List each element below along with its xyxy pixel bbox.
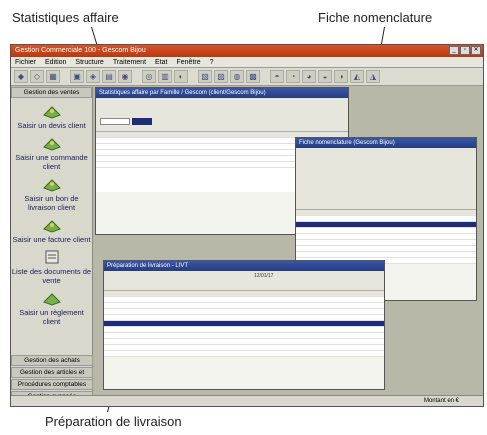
payment-icon: [41, 290, 63, 306]
maximize-button[interactable]: ▫: [460, 46, 470, 55]
sidebar-section-achats[interactable]: Gestion des achats: [11, 355, 93, 366]
stats-window-title: Statistiques affaire par Famille / Gesco…: [96, 88, 348, 98]
document-icon: [41, 176, 63, 192]
sidebar-header[interactable]: Gestion des ventes: [11, 87, 92, 98]
toolbar-icon[interactable]: ◆: [14, 70, 28, 83]
app-titlebar: Gestion Commerciale 100 - Gescom Bijou _…: [11, 45, 483, 57]
document-icon: [41, 135, 63, 151]
toolbar-icon[interactable]: ▦: [46, 70, 60, 83]
toolbar-icon[interactable]: ◐: [174, 70, 188, 83]
menu-edition[interactable]: Edition: [45, 57, 66, 67]
document-list-icon: [41, 249, 63, 265]
toolbar-icon[interactable]: ◑: [334, 70, 348, 83]
toolbar-icon[interactable]: ◉: [118, 70, 132, 83]
toolbar-icon[interactable]: ◈: [86, 70, 100, 83]
sidebar-section-articles[interactable]: Gestion des articles et: [11, 367, 93, 378]
period-value[interactable]: [132, 118, 152, 125]
toolbar-icon[interactable]: ◓: [270, 70, 284, 83]
callout-livraison: Préparation de livraison: [45, 414, 182, 429]
toolbar-icon[interactable]: ▧: [198, 70, 212, 83]
toolbar-icon[interactable]: ▤: [102, 70, 116, 83]
sidebar-item-label: Saisir un bon de livraison client: [24, 194, 79, 212]
sidebar-item-liste-documents[interactable]: Liste des documents de vente: [11, 249, 92, 285]
sidebar-item-label: Saisir une commande client: [15, 153, 88, 171]
sidebar: Gestion des ventes Saisir un devis clien…: [11, 87, 93, 406]
sidebar-item-livraison[interactable]: Saisir un bon de livraison client: [11, 176, 92, 212]
minimize-button[interactable]: _: [449, 46, 459, 55]
callout-nomenclature: Fiche nomenclature: [318, 10, 433, 25]
toolbar-icon[interactable]: ▨: [214, 70, 228, 83]
callout-statistiques: Statistiques affaire: [12, 10, 119, 25]
close-button[interactable]: ✕: [471, 46, 481, 55]
sidebar-item-label: Saisir un règlement client: [19, 308, 84, 326]
document-icon: [41, 217, 63, 233]
sidebar-item-commande[interactable]: Saisir une commande client: [11, 135, 92, 171]
menu-etat[interactable]: Etat: [155, 57, 167, 67]
app-window: Gestion Commerciale 100 - Gescom Bijou _…: [10, 44, 484, 407]
sidebar-item-devis[interactable]: Saisir un devis client: [11, 103, 92, 130]
app-title: Gestion Commerciale 100 - Gescom Bijou: [15, 47, 146, 54]
toolbar-icon[interactable]: ◕: [302, 70, 316, 83]
sidebar-item-label: Saisir un devis client: [17, 121, 86, 130]
nomenclature-table: [296, 210, 476, 264]
menu-fenetre[interactable]: Fenêtre: [176, 57, 200, 67]
sidebar-item-label: Saisir une facture client: [12, 235, 91, 244]
sidebar-section-comptables[interactable]: Procédures comptables: [11, 379, 93, 390]
toolbar-icon[interactable]: ◔: [286, 70, 300, 83]
toolbar-icon[interactable]: ▩: [246, 70, 260, 83]
menu-structure[interactable]: Structure: [75, 57, 103, 67]
toolbar: ◆ ◇ ▦ ▣ ◈ ▤ ◉ ◎ ▥ ◐ ▧ ▨ ◍ ▩ ◓ ◔ ◕ ◒ ◑ ◭ …: [11, 68, 483, 86]
status-text: Montant en €: [423, 398, 459, 404]
sidebar-item-reglement[interactable]: Saisir un règlement client: [11, 290, 92, 326]
livraison-table: [104, 291, 384, 357]
livraison-date: 12/01/17: [254, 273, 274, 279]
sidebar-item-facture[interactable]: Saisir une facture client: [11, 217, 92, 244]
livraison-window-title: Préparation de livraison - LIVT: [104, 261, 384, 271]
status-bar: Montant en €: [11, 395, 483, 406]
menu-help[interactable]: ?: [210, 57, 214, 67]
toolbar-icon[interactable]: ◍: [230, 70, 244, 83]
menu-bar: Fichier Edition Structure Traitement Eta…: [11, 57, 483, 68]
livraison-window: Préparation de livraison - LIVT 12/01/17: [103, 260, 385, 390]
period-select[interactable]: [100, 118, 130, 125]
toolbar-icon[interactable]: ◮: [366, 70, 380, 83]
toolbar-icon[interactable]: ◭: [350, 70, 364, 83]
toolbar-icon[interactable]: ◇: [30, 70, 44, 83]
toolbar-icon[interactable]: ▥: [158, 70, 172, 83]
menu-fichier[interactable]: Fichier: [15, 57, 36, 67]
toolbar-icon[interactable]: ◎: [142, 70, 156, 83]
toolbar-icon[interactable]: ▣: [70, 70, 84, 83]
menu-traitement[interactable]: Traitement: [113, 57, 146, 67]
toolbar-icon[interactable]: ◒: [318, 70, 332, 83]
sidebar-item-label: Liste des documents de vente: [11, 267, 92, 285]
nomenclature-window-title: Fiche nomenclature (Gescom Bijou): [296, 138, 476, 148]
document-icon: [41, 103, 63, 119]
